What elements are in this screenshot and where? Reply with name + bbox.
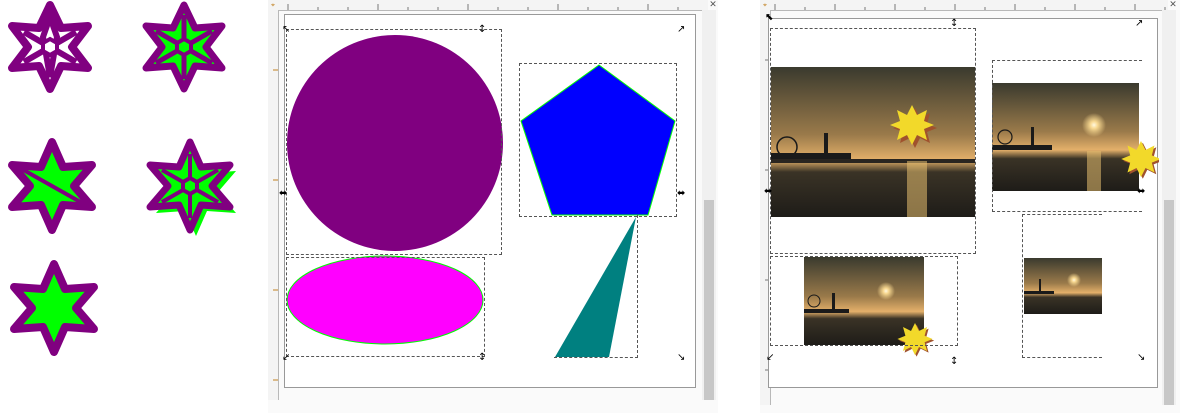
vertical-scrollbar[interactable] xyxy=(702,10,716,400)
horizontal-ruler-ticks xyxy=(287,4,679,10)
ruler-corner-icon[interactable]: ⌖ xyxy=(760,0,770,10)
purple-outline-star[interactable] xyxy=(8,1,92,93)
resize-handle-top-right[interactable]: ↗ xyxy=(1135,19,1143,29)
vertical-scrollbar[interactable] xyxy=(1162,10,1176,405)
photo-editor-window: ⌖ ✕ ⬉ ↕ ↗ ⬌ ⬌ ↙ ↕ ↘ xyxy=(760,0,1180,413)
horizontal-ruler-ticks xyxy=(774,4,1166,10)
resize-handle-bottom-left[interactable]: ↙ xyxy=(282,353,290,363)
canvas-page: ↖ ↕ ↗ ⬌ ⬌ ↙ ↕ ↘ xyxy=(279,14,696,388)
resize-handle-top[interactable]: ↕ xyxy=(478,25,486,35)
circle-selection-box xyxy=(286,29,502,255)
tiny-photo-selection-box xyxy=(1022,214,1102,358)
resize-handle-bottom-left[interactable]: ↙ xyxy=(766,353,774,363)
green-solid-star[interactable] xyxy=(10,260,98,356)
resize-handle-top[interactable]: ↕ xyxy=(950,19,958,29)
horizontal-ruler[interactable] xyxy=(278,0,708,11)
ellipse-selection-box xyxy=(286,257,485,357)
horizontal-ruler[interactable] xyxy=(770,0,1168,11)
vertical-ruler[interactable] xyxy=(268,10,279,400)
green-shadow-star[interactable] xyxy=(146,138,236,236)
resize-handle-bottom[interactable]: ↕ xyxy=(950,357,958,367)
close-icon[interactable]: ✕ xyxy=(708,0,718,10)
star-gallery-canvas xyxy=(8,1,236,356)
triangle-selection-box xyxy=(554,215,638,358)
resize-handle-left[interactable]: ⬌ xyxy=(764,187,772,197)
resize-handle-top-left[interactable]: ↖ xyxy=(282,25,290,35)
close-icon[interactable]: ✕ xyxy=(1168,0,1178,10)
resize-handle-right[interactable]: ⬌ xyxy=(1137,187,1145,197)
resize-handle-top-left[interactable]: ⬉ xyxy=(765,13,773,23)
pentagon-selection-box xyxy=(519,63,677,217)
green-fill-star[interactable] xyxy=(142,1,226,93)
scrollbar-thumb[interactable] xyxy=(1164,200,1174,405)
medium-photo-selection-box xyxy=(992,60,1142,212)
green-diagonal-star[interactable] xyxy=(8,138,96,234)
star-gallery xyxy=(0,0,265,413)
scrollbar-thumb[interactable] xyxy=(704,200,714,400)
ruler-corner-icon[interactable]: ⌖ xyxy=(268,0,278,10)
large-photo-selection-box xyxy=(770,28,976,254)
resize-handle-bottom[interactable]: ↕ xyxy=(478,353,486,363)
shape-editor-window: ⌖ ✕ ↖ ↕ ↗ ⬌ ⬌ ↙ ↕ ↘ xyxy=(268,0,718,413)
resize-handle-bottom-right[interactable]: ↘ xyxy=(1137,353,1145,363)
resize-handle-right[interactable]: ⬌ xyxy=(677,189,685,199)
resize-handle-top-right[interactable]: ↗ xyxy=(677,25,685,35)
resize-handle-left[interactable]: ⬌ xyxy=(279,189,287,199)
resize-handle-bottom-right[interactable]: ↘ xyxy=(677,353,685,363)
canvas-page: ⬉ ↕ ↗ ⬌ ⬌ ↙ ↕ ↘ xyxy=(764,13,1159,388)
vertical-ruler-ticks xyxy=(273,69,278,381)
small-photo-selection-box xyxy=(770,256,958,346)
